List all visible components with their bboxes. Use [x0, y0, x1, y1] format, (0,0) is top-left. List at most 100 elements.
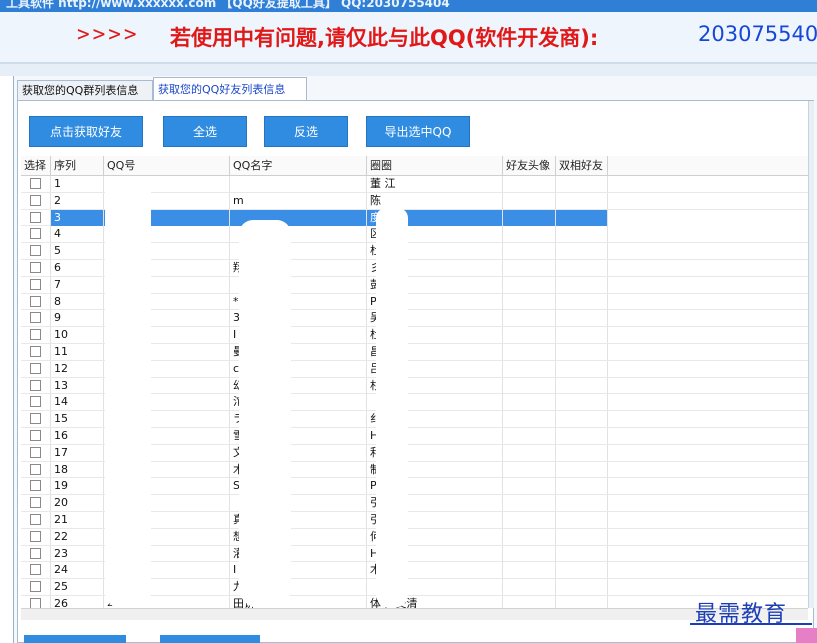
cell-seq: 23: [51, 545, 104, 562]
header-qq[interactable]: QQ号: [104, 156, 230, 176]
row-checkbox-cell[interactable]: [21, 276, 51, 293]
bottom-button-right[interactable]: [160, 635, 260, 643]
row-checkbox-cell[interactable]: [21, 394, 51, 411]
row-checkbox-cell[interactable]: [21, 495, 51, 512]
row-checkbox-cell[interactable]: [21, 226, 51, 243]
row-checkbox-cell[interactable]: [21, 545, 51, 562]
cell-avatar: [503, 243, 556, 260]
row-checkbox-cell[interactable]: [21, 192, 51, 209]
row-checkbox[interactable]: [30, 547, 41, 559]
banner-message: 若使用中有问题,请仅此与此QQ(软件开发商):: [170, 26, 599, 50]
row-checkbox[interactable]: [30, 262, 41, 273]
row-checkbox[interactable]: [30, 446, 41, 458]
cell-mutual: [556, 209, 608, 226]
row-checkbox[interactable]: [30, 362, 41, 374]
row-checkbox[interactable]: [30, 480, 41, 492]
row-checkbox[interactable]: [30, 530, 41, 542]
header-select[interactable]: 选择: [21, 156, 51, 176]
fetch-friends-button[interactable]: 点击获取好友: [29, 116, 143, 147]
header-seq[interactable]: 序列: [51, 156, 104, 176]
vertical-scrollbar[interactable]: [808, 101, 814, 608]
cell-seq: 19: [51, 478, 104, 495]
cell-mutual: [556, 192, 608, 209]
header-circle[interactable]: 圈圈: [367, 156, 503, 176]
row-filler: [608, 529, 808, 545]
row-checkbox-cell[interactable]: [21, 176, 51, 192]
row-checkbox-cell[interactable]: [21, 428, 51, 444]
row-checkbox-cell[interactable]: [21, 243, 51, 260]
row-checkbox[interactable]: [30, 194, 41, 206]
row-checkbox-cell[interactable]: [21, 528, 51, 545]
horizontal-scrollbar[interactable]: [21, 608, 808, 620]
cell-avatar: [503, 528, 556, 545]
corner-widget[interactable]: [796, 628, 817, 643]
row-checkbox-cell[interactable]: [21, 579, 51, 596]
row-checkbox[interactable]: [30, 430, 41, 441]
row-checkbox[interactable]: [30, 312, 41, 324]
row-checkbox[interactable]: [30, 564, 41, 576]
row-filler: [608, 243, 808, 259]
row-checkbox-cell[interactable]: [21, 293, 51, 310]
row-filler: [608, 344, 808, 360]
select-all-button[interactable]: 全选: [163, 116, 247, 147]
row-checkbox-cell[interactable]: [21, 360, 51, 377]
row-checkbox-cell[interactable]: [21, 327, 51, 344]
header-avatar[interactable]: 好友头像: [503, 156, 556, 176]
row-checkbox-cell[interactable]: [21, 411, 51, 428]
cell-avatar: [503, 377, 556, 394]
cell-avatar: [503, 495, 556, 512]
row-checkbox[interactable]: [30, 278, 41, 290]
row-checkbox-cell[interactable]: [21, 260, 51, 276]
banner-qq-number: 2030755404: [698, 22, 817, 46]
cell-mutual: [556, 344, 608, 360]
row-checkbox-cell[interactable]: [21, 461, 51, 478]
row-checkbox-cell[interactable]: [21, 310, 51, 327]
cell-mutual: [556, 495, 608, 512]
cell-circle: 陈: [367, 192, 503, 209]
row-checkbox[interactable]: [30, 346, 41, 357]
row-checkbox[interactable]: [30, 463, 41, 475]
row-checkbox-cell[interactable]: [21, 344, 51, 360]
row-checkbox-cell[interactable]: [21, 444, 51, 461]
cell-seq: 11: [51, 344, 104, 360]
row-checkbox[interactable]: [30, 211, 41, 223]
row-checkbox[interactable]: [30, 379, 41, 391]
row-checkbox[interactable]: [30, 497, 41, 509]
row-filler: [608, 176, 808, 192]
row-checkbox-cell[interactable]: [21, 596, 51, 608]
cell-name: m: [230, 192, 367, 209]
header-name[interactable]: QQ名字: [230, 156, 367, 176]
cell-mutual: [556, 360, 608, 377]
row-checkbox[interactable]: [30, 329, 41, 341]
watermark-underline: [690, 623, 812, 625]
tab-friend-list[interactable]: 获取您的QQ好友列表信息: [153, 77, 307, 101]
cell-avatar: [503, 226, 556, 243]
row-filler: [608, 294, 808, 310]
row-checkbox-cell[interactable]: [21, 478, 51, 495]
row-checkbox-cell[interactable]: [21, 512, 51, 528]
cell-avatar: [503, 461, 556, 478]
row-checkbox[interactable]: [30, 178, 41, 189]
row-filler: [608, 260, 808, 276]
window-titlebar: 工具软件 http://www.xxxxxx.com 【QQ好友提取工具】 QQ…: [0, 0, 817, 12]
invert-selection-button[interactable]: 反选: [264, 116, 348, 147]
row-checkbox[interactable]: [30, 581, 41, 593]
bottom-button-left[interactable]: [24, 635, 126, 643]
tab-group-list[interactable]: 获取您的QQ群列表信息: [17, 80, 153, 100]
row-checkbox[interactable]: [30, 514, 41, 525]
row-checkbox-cell[interactable]: [21, 377, 51, 394]
row-checkbox[interactable]: [30, 413, 41, 425]
export-selected-button[interactable]: 导出选中QQ: [366, 116, 470, 147]
row-filler: [608, 411, 808, 427]
row-checkbox[interactable]: [30, 295, 41, 307]
row-checkbox[interactable]: [30, 396, 41, 408]
cell-avatar: [503, 545, 556, 562]
row-checkbox[interactable]: [30, 245, 41, 257]
row-checkbox[interactable]: [30, 228, 41, 240]
header-mutual[interactable]: 双相好友: [556, 156, 608, 176]
row-checkbox[interactable]: [30, 598, 41, 608]
cell-mutual: [556, 562, 608, 579]
row-filler: [608, 277, 808, 293]
row-checkbox-cell[interactable]: [21, 209, 51, 226]
row-checkbox-cell[interactable]: [21, 562, 51, 579]
